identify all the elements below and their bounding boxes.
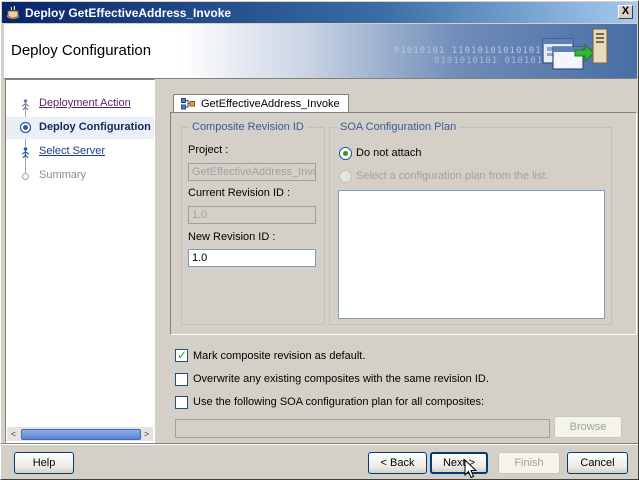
step-label[interactable]: Select Server [39, 145, 105, 157]
use-plan-checkbox[interactable] [175, 396, 188, 409]
mark-default-label[interactable]: Mark composite revision as default. [193, 350, 365, 362]
mouse-pointer-icon [464, 459, 478, 479]
close-icon: X [621, 5, 630, 17]
mark-default-checkbox[interactable] [175, 348, 188, 362]
step-deploy-configuration[interactable]: Deploy Configuration [6, 117, 154, 139]
wizard-steps-panel: Deployment Action Deploy Configuration S… [5, 79, 155, 443]
scroll-right-icon[interactable]: > [140, 427, 153, 441]
scrollbar-thumb[interactable] [21, 429, 141, 440]
back-button[interactable]: < Back [368, 452, 427, 474]
select-plan-radio [339, 170, 352, 183]
cancel-button[interactable]: Cancel [567, 452, 628, 474]
project-label: Project : [188, 144, 229, 156]
soa-configuration-plan-group: SOA Configuration Plan Do not attach Sel… [329, 121, 612, 325]
project-field: GetEffectiveAddress_Invoke [188, 163, 316, 181]
select-plan-label: Select a configuration plan from the lis… [356, 170, 549, 182]
configuration-plan-list[interactable] [338, 190, 605, 319]
main-content: GetEffectiveAddress_Invoke Composite Rev… [155, 79, 637, 443]
step-current-icon [20, 122, 31, 133]
do-not-attach-label[interactable]: Do not attach [356, 147, 421, 159]
current-revision-field: 1.0 [188, 206, 316, 224]
overwrite-checkbox[interactable] [175, 373, 188, 386]
steps-horizontal-scrollbar[interactable]: < > [7, 427, 153, 441]
use-plan-label[interactable]: Use the following SOA configuration plan… [193, 396, 484, 408]
title-bar[interactable]: Deploy GetEffectiveAddress_Invoke X [2, 2, 637, 23]
page-header-banner: Deploy Configuration 01010101 1101010101… [4, 24, 637, 79]
deploy-server-icon [542, 28, 608, 70]
step-walker-icon [21, 99, 30, 110]
step-label: Summary [39, 169, 87, 181]
group-title: SOA Configuration Plan [337, 121, 460, 133]
composite-revision-group: Composite Revision ID Project : GetEffec… [181, 121, 325, 325]
overwrite-label[interactable]: Overwrite any existing composites with t… [193, 373, 489, 385]
new-revision-label: New Revision ID : [188, 231, 276, 243]
browse-button: Browse [554, 416, 622, 438]
step-summary: Summary [6, 165, 154, 187]
window-title: Deploy GetEffectiveAddress_Invoke [25, 6, 232, 20]
close-button[interactable]: X [618, 5, 633, 19]
help-button[interactable]: Help [14, 452, 74, 474]
finish-button: Finish [498, 452, 560, 474]
current-revision-label: Current Revision ID : [188, 187, 291, 199]
footer-separator [1, 443, 638, 445]
new-revision-input[interactable]: 1.0 [188, 249, 316, 267]
page-title: Deploy Configuration [11, 42, 152, 59]
step-label[interactable]: Deployment Action [39, 97, 131, 109]
scroll-left-icon[interactable]: < [7, 427, 20, 441]
banner-binary-text: 01010101 11010101010101 [394, 46, 542, 56]
tab-panel: Composite Revision ID Project : GetEffec… [170, 112, 637, 335]
do-not-attach-radio[interactable] [339, 147, 352, 160]
step-pending-icon [22, 173, 29, 180]
next-button[interactable]: Next > [430, 452, 488, 474]
tab-composite[interactable]: GetEffectiveAddress_Invoke [173, 94, 349, 113]
group-title: Composite Revision ID [189, 121, 307, 133]
deploy-dialog: Deploy GetEffectiveAddress_Invoke X Depl… [0, 0, 639, 480]
composite-icon [181, 98, 195, 110]
step-deployment-action[interactable]: Deployment Action [6, 93, 154, 115]
banner-binary-text-2: 0101010101 01010101 [434, 56, 556, 66]
step-walker-icon [21, 147, 30, 158]
step-label[interactable]: Deploy Configuration [39, 121, 151, 133]
plan-path-field [175, 419, 550, 438]
step-select-server[interactable]: Select Server [6, 141, 154, 163]
oracle-coffee-cup-icon [7, 5, 19, 19]
tab-label[interactable]: GetEffectiveAddress_Invoke [201, 98, 340, 110]
